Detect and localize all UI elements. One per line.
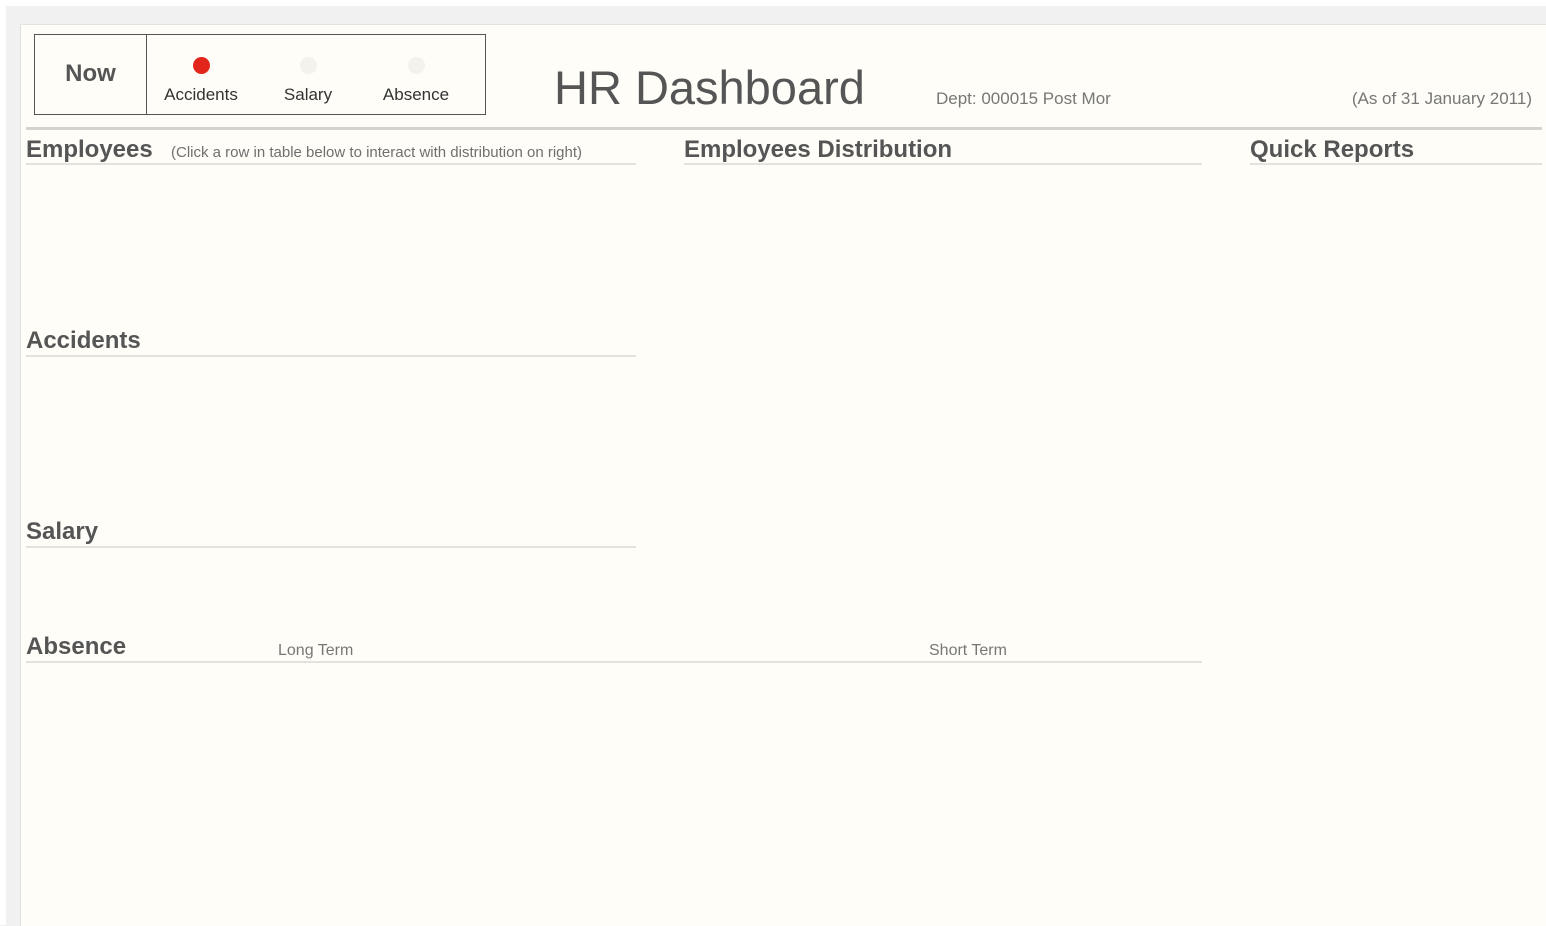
page-title: HR Dashboard — [554, 61, 865, 114]
as-of-date: (As of 31 January 2011) — [1351, 89, 1532, 108]
distribution-chart-area[interactable] — [684, 170, 1202, 610]
employees-table[interactable] — [26, 170, 636, 320]
now-label: Now — [35, 35, 147, 114]
salary-panel — [26, 553, 636, 623]
absence-heading: Absence — [26, 633, 127, 660]
dept-label: Dept: 000015 Post Mor — [936, 89, 1111, 108]
salary-heading: Salary — [26, 518, 99, 545]
status-item-accidents[interactable]: Accidents — [151, 35, 251, 114]
employees-hint: (Click a row in table below to interact … — [171, 144, 583, 161]
quick-reports-heading: Quick Reports — [1250, 136, 1415, 163]
accidents-heading: Accidents — [26, 327, 141, 354]
quick-reports-list[interactable] — [1250, 170, 1542, 870]
status-item-salary[interactable]: Salary — [258, 35, 358, 114]
salary-status-dot-icon — [299, 57, 317, 74]
salary-divider — [26, 546, 636, 548]
status-item-accidents-label: Accidents — [164, 85, 238, 104]
distribution-heading: Employees Distribution — [684, 136, 953, 163]
header-divider — [26, 127, 1542, 130]
employees-heading: Employees — [26, 136, 153, 163]
employees-divider — [26, 163, 636, 165]
left-strip — [0, 0, 6, 925]
accidents-status-dot-icon — [192, 57, 210, 74]
absence-short-term-label: Short Term — [929, 642, 1007, 659]
absence-long-term-label: Long Term — [278, 642, 354, 659]
accidents-panel — [26, 362, 636, 512]
status-selector: Now Accidents Salary Absence — [34, 34, 486, 115]
status-items: Accidents Salary Absence — [147, 35, 485, 114]
accidents-divider — [26, 355, 636, 357]
status-item-salary-label: Salary — [283, 85, 333, 104]
absence-status-dot-icon — [407, 57, 425, 74]
distribution-divider — [684, 163, 1202, 165]
top-strip — [0, 0, 1546, 6]
status-item-absence[interactable]: Absence — [366, 35, 466, 114]
status-item-absence-label: Absence — [382, 85, 450, 104]
quick-reports-divider — [1250, 163, 1542, 165]
absence-divider — [26, 661, 1202, 663]
absence-panel — [26, 668, 1202, 888]
